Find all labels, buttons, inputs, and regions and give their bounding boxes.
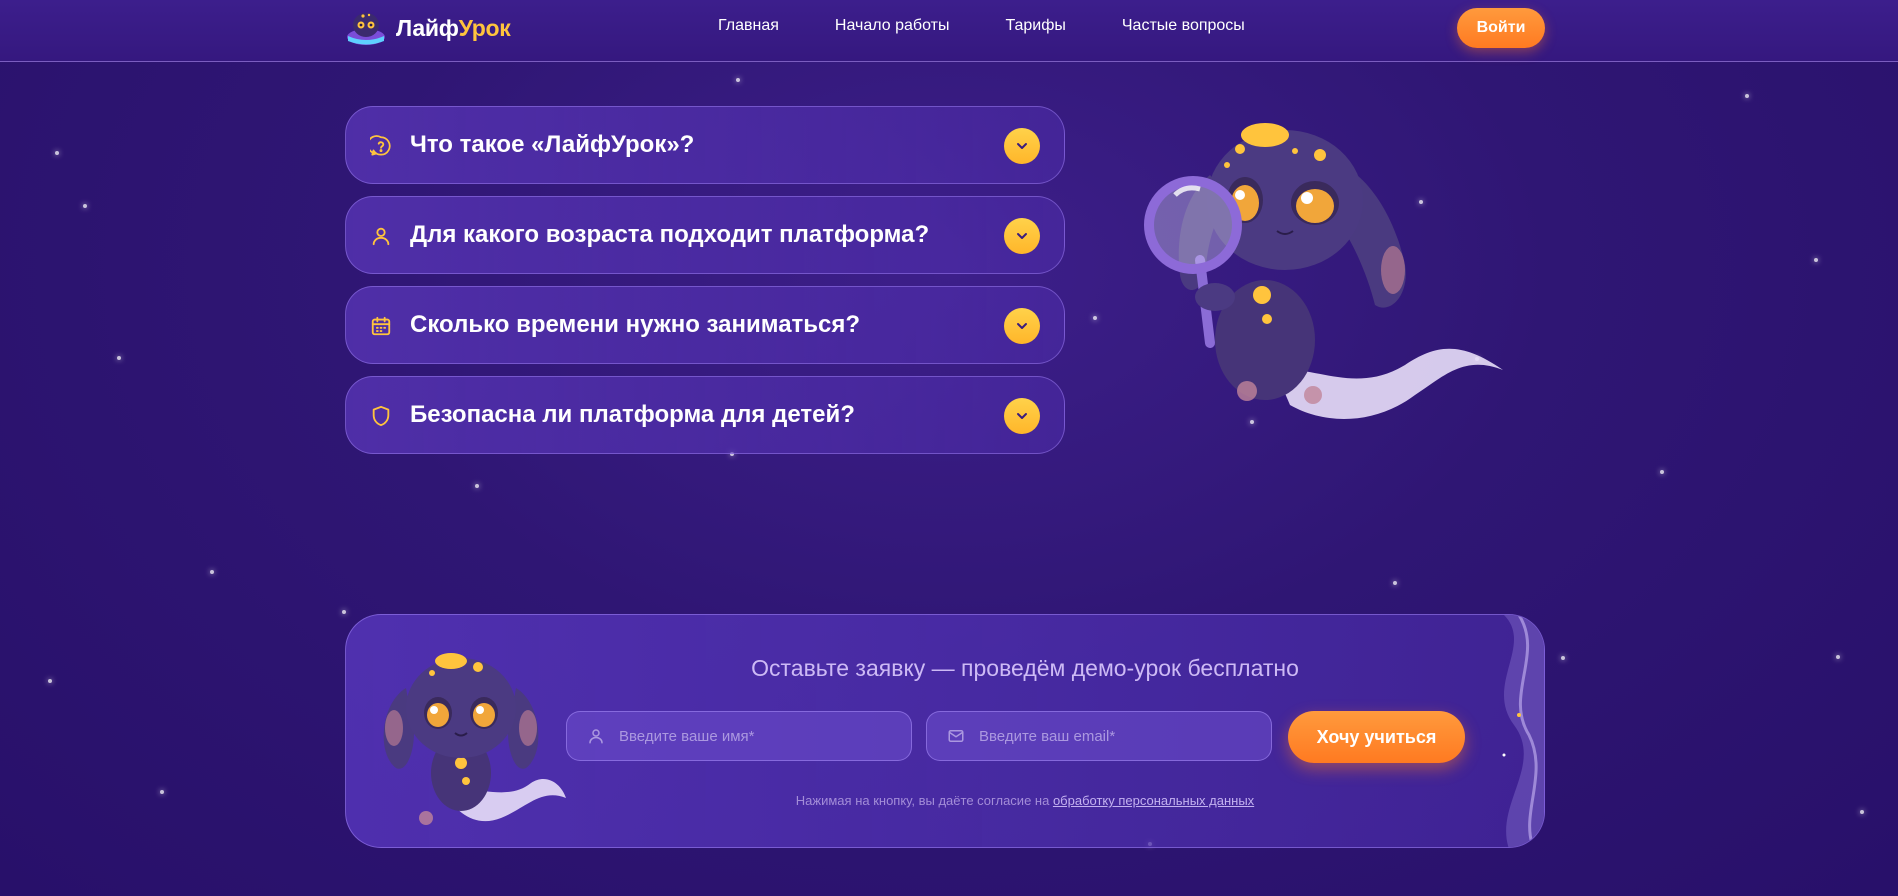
faq-question: Что такое «ЛайфУрок»? — [410, 131, 695, 158]
nav-link-faq[interactable]: Частые вопросы — [1122, 17, 1245, 35]
nav-link-pricing[interactable]: Тарифы — [1005, 17, 1065, 35]
consent-text: Нажимая на кнопку, вы даёте согласие на — [795, 793, 1050, 808]
faq-question: Для какого возраста подходит платформа? — [410, 221, 930, 248]
chevron-down-icon[interactable] — [1004, 218, 1040, 254]
user-icon — [372, 227, 390, 246]
logo-text-part1: Лайф — [396, 14, 459, 41]
decorative-ribbon — [1502, 615, 1544, 847]
lead-form-card: Оставьте заявку — проведём демо-урок бес… — [345, 614, 1545, 848]
submit-button[interactable]: Хочу учиться — [1288, 711, 1465, 763]
name-field[interactable] — [566, 711, 912, 761]
chevron-down-icon[interactable] — [1004, 128, 1040, 164]
lead-form-title: Оставьте заявку — проведём демо-урок бес… — [751, 655, 1299, 681]
chevron-down-icon[interactable] — [1004, 398, 1040, 434]
faq-list: Что такое «ЛайфУрок»? Для какого возраст… — [345, 106, 1065, 466]
mascot-magnifier-illustration — [1144, 123, 1503, 419]
main-nav: Главная Начало работы Тарифы Частые вопр… — [718, 17, 1301, 35]
email-input[interactable] — [977, 726, 1261, 746]
logo[interactable]: ЛайфУрок — [344, 8, 511, 48]
privacy-policy-link[interactable]: обработку персональных данных — [1053, 793, 1254, 808]
name-input[interactable] — [617, 726, 901, 746]
logo-text-part2: Урок — [458, 14, 511, 41]
faq-question: Безопасна ли платформа для детей? — [410, 401, 855, 428]
logo-text: ЛайфУрок — [396, 14, 511, 42]
logo-mascot-icon — [347, 13, 385, 45]
nav-link-getting-started[interactable]: Начало работы — [835, 17, 950, 35]
faq-item-time[interactable]: Сколько времени нужно заниматься? — [345, 286, 1065, 364]
site-header: ЛайфУрок Главная Начало работы Тарифы Ча… — [0, 0, 1898, 62]
email-field[interactable] — [926, 711, 1272, 761]
user-icon — [589, 729, 603, 744]
mail-icon — [948, 730, 964, 742]
login-button[interactable]: Войти — [1457, 8, 1545, 48]
calendar-icon — [371, 316, 391, 336]
shield-icon — [372, 405, 390, 427]
nav-link-home[interactable]: Главная — [718, 17, 779, 35]
chevron-down-icon[interactable] — [1004, 308, 1040, 344]
faq-item-age[interactable]: Для какого возраста подходит платформа? — [345, 196, 1065, 274]
consent-note: Нажимая на кнопку, вы даёте согласие на … — [346, 793, 1544, 808]
faq-item-safety[interactable]: Безопасна ли платформа для детей? — [345, 376, 1065, 454]
faq-item-what-is[interactable]: Что такое «ЛайфУрок»? — [345, 106, 1065, 184]
faq-question: Сколько времени нужно заниматься? — [410, 311, 861, 338]
question-bubble-icon — [370, 135, 391, 156]
